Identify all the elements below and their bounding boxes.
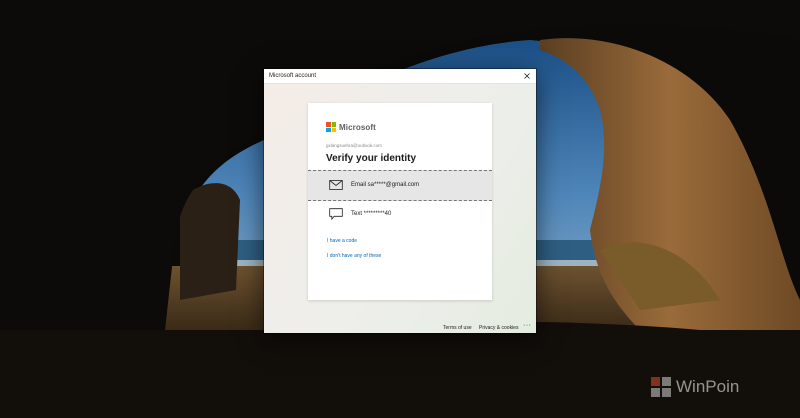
dialog-content: Microsoft gxlangsuehra@outlook.com Verif… (264, 84, 536, 333)
microsoft-account-dialog: Microsoft account Microsoft gxlangsuehra… (264, 69, 536, 333)
winpoin-logo-icon (651, 377, 671, 397)
microsoft-logo: Microsoft (326, 122, 376, 132)
title-bar[interactable]: Microsoft account (264, 69, 536, 84)
brand-name: Microsoft (339, 122, 376, 132)
page-title: Verify your identity (326, 153, 417, 164)
option-text-label: Text *********40 (351, 211, 392, 217)
microsoft-logo-icon (326, 122, 336, 132)
winpoin-watermark: WinPoin (650, 376, 739, 398)
privacy-cookies-link[interactable]: Privacy & cookies (479, 325, 518, 331)
more-options-button[interactable]: ··· (523, 322, 532, 329)
i-have-a-code-link[interactable]: I have a code (327, 238, 357, 244)
verify-card: Microsoft gxlangsuehra@outlook.com Verif… (308, 103, 492, 300)
option-text[interactable]: Text *********40 (308, 200, 492, 229)
terms-of-use-link[interactable]: Terms of use (443, 325, 472, 331)
option-email[interactable]: Email sa*****@gmail.com (308, 170, 492, 201)
close-icon (524, 73, 530, 79)
option-email-label: Email sa*****@gmail.com (351, 182, 420, 188)
close-button[interactable] (518, 69, 536, 83)
window-title: Microsoft account (269, 73, 317, 79)
chat-bubble-icon (329, 208, 343, 220)
envelope-icon (329, 180, 343, 190)
account-email: gxlangsuehra@outlook.com (326, 143, 382, 148)
watermark-text: WinPoin (676, 377, 740, 396)
no-options-link[interactable]: I don't have any of these (327, 253, 381, 259)
